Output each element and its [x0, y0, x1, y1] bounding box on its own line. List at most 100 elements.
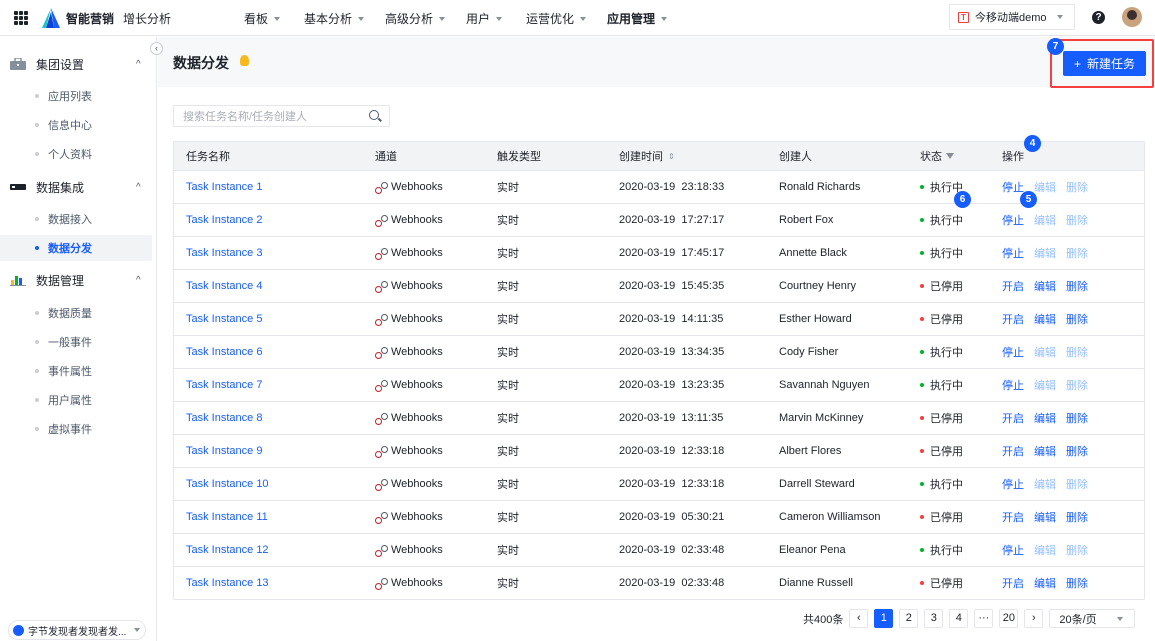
lightbulb-icon[interactable]: [240, 55, 249, 66]
stop-button[interactable]: 停止: [1002, 212, 1024, 228]
delete-button[interactable]: 删除: [1066, 344, 1088, 360]
nav-operations[interactable]: 运营优化: [526, 10, 587, 27]
nav-app-management[interactable]: 应用管理: [607, 10, 668, 27]
page-button[interactable]: 3: [924, 609, 944, 628]
chevron-up-icon[interactable]: ^: [136, 275, 141, 286]
stop-button[interactable]: 停止: [1002, 542, 1024, 558]
stop-button[interactable]: 停止: [1002, 245, 1024, 261]
sidebar-group-data-management[interactable]: 数据管理 ^: [0, 267, 157, 293]
chevron-up-icon[interactable]: ^: [136, 59, 141, 70]
start-button[interactable]: 开启: [1002, 443, 1024, 459]
nav-users[interactable]: 用户: [466, 10, 503, 27]
task-name-link[interactable]: Task Instance 12: [186, 534, 269, 566]
edit-button[interactable]: 编辑: [1034, 509, 1056, 525]
delete-button[interactable]: 删除: [1066, 542, 1088, 558]
delete-button[interactable]: 删除: [1066, 443, 1088, 459]
edit-button[interactable]: 编辑: [1034, 278, 1056, 294]
stop-button[interactable]: 停止: [1002, 377, 1024, 393]
delete-button[interactable]: 删除: [1066, 245, 1088, 261]
task-name-link[interactable]: Task Instance 6: [186, 336, 262, 368]
edit-button[interactable]: 编辑: [1034, 344, 1056, 360]
col-created-time[interactable]: 创建时间 ⇕: [619, 142, 675, 170]
delete-button[interactable]: 删除: [1066, 476, 1088, 492]
delete-button[interactable]: 删除: [1066, 410, 1088, 426]
task-name-link[interactable]: Task Instance 5: [186, 303, 262, 335]
sidebar-item-info-center[interactable]: 信息中心: [0, 112, 152, 138]
sidebar-item-user-properties[interactable]: 用户属性: [0, 387, 152, 413]
app-selector[interactable]: T 今移动端demo: [949, 4, 1075, 30]
filter-icon[interactable]: [946, 153, 954, 159]
chevron-down-icon: [134, 628, 141, 632]
delete-button[interactable]: 删除: [1066, 278, 1088, 294]
next-page-button[interactable]: ›: [1024, 609, 1044, 628]
start-button[interactable]: 开启: [1002, 410, 1024, 426]
page-button[interactable]: 1: [874, 609, 894, 628]
task-name-link[interactable]: Task Instance 11: [186, 501, 268, 533]
start-button[interactable]: 开启: [1002, 509, 1024, 525]
sidebar-item-event-properties[interactable]: 事件属性: [0, 358, 152, 384]
edit-button[interactable]: 编辑: [1034, 245, 1056, 261]
search-input[interactable]: 搜索任务名称/任务创建人: [173, 105, 390, 127]
stop-button[interactable]: 停止: [1002, 476, 1024, 492]
task-name-link[interactable]: Task Instance 3: [186, 237, 262, 269]
edit-button[interactable]: 编辑: [1034, 476, 1056, 492]
sidebar-collapse-button[interactable]: ‹: [150, 42, 163, 55]
sidebar-group-org-settings[interactable]: 集团设置 ^: [0, 51, 157, 77]
delete-button[interactable]: 删除: [1066, 575, 1088, 591]
page-button[interactable]: 4: [949, 609, 969, 628]
sidebar-item-profile[interactable]: 个人资料: [0, 141, 152, 167]
delete-button[interactable]: 删除: [1066, 212, 1088, 228]
nav-basic-analysis[interactable]: 基本分析: [304, 10, 365, 27]
task-name-link[interactable]: Task Instance 4: [186, 270, 262, 302]
delete-button[interactable]: 删除: [1066, 509, 1088, 525]
help-icon[interactable]: ?: [1092, 11, 1105, 24]
delete-button[interactable]: 删除: [1066, 311, 1088, 327]
page-button[interactable]: 2: [899, 609, 919, 628]
sidebar-item-app-list[interactable]: 应用列表: [0, 83, 152, 109]
stop-button[interactable]: 停止: [1002, 344, 1024, 360]
page-size-select[interactable]: 20条/页: [1049, 609, 1136, 628]
app-grid-icon[interactable]: [14, 11, 28, 25]
task-name-link[interactable]: Task Instance 2: [186, 204, 262, 236]
sidebar-item-data-distribution[interactable]: 数据分发: [0, 235, 152, 261]
task-name-link[interactable]: Task Instance 1: [186, 171, 262, 203]
edit-button[interactable]: 编辑: [1034, 212, 1056, 228]
search-icon[interactable]: [369, 110, 379, 120]
edit-button[interactable]: 编辑: [1034, 179, 1056, 195]
prev-page-button[interactable]: ‹: [849, 609, 869, 628]
task-name-link[interactable]: Task Instance 13: [186, 567, 269, 599]
task-name-link[interactable]: Task Instance 10: [186, 468, 269, 500]
new-task-button[interactable]: + 新建任务: [1063, 51, 1146, 76]
start-button[interactable]: 开启: [1002, 311, 1024, 327]
start-button[interactable]: 开启: [1002, 575, 1024, 591]
user-avatar[interactable]: [1122, 7, 1142, 27]
stop-button[interactable]: 停止: [1002, 179, 1024, 195]
nav-advanced-analysis[interactable]: 高级分析: [385, 10, 446, 27]
page-ellipsis[interactable]: ···: [974, 609, 994, 628]
sidebar-item-virtual-events[interactable]: 虚拟事件: [0, 416, 152, 442]
start-button[interactable]: 开启: [1002, 278, 1024, 294]
edit-button[interactable]: 编辑: [1034, 410, 1056, 426]
workspace-selector[interactable]: 字节发现者发现者发...: [8, 620, 146, 640]
delete-button[interactable]: 删除: [1066, 179, 1088, 195]
delete-button[interactable]: 删除: [1066, 377, 1088, 393]
chevron-up-icon[interactable]: ^: [136, 182, 141, 193]
sidebar-item-general-events[interactable]: 一般事件: [0, 329, 152, 355]
sidebar-item-data-access[interactable]: 数据接入: [0, 206, 152, 232]
task-name-link[interactable]: Task Instance 7: [186, 369, 262, 401]
nav-dashboard[interactable]: 看板: [244, 10, 281, 27]
sidebar-group-data-integration[interactable]: 数据集成 ^: [0, 174, 157, 200]
page-button[interactable]: 20: [999, 609, 1019, 628]
edit-button[interactable]: 编辑: [1034, 311, 1056, 327]
sidebar-item-data-quality[interactable]: 数据质量: [0, 300, 152, 326]
edit-button[interactable]: 编辑: [1034, 542, 1056, 558]
table-row: Task Instance 7 Webhooks 实时 2020-03-19 13:2…: [174, 368, 1144, 401]
edit-button[interactable]: 编辑: [1034, 443, 1056, 459]
edit-button[interactable]: 编辑: [1034, 377, 1056, 393]
sort-icon[interactable]: ⇕: [668, 152, 675, 161]
task-name-link[interactable]: Task Instance 9: [186, 435, 262, 467]
col-status[interactable]: 状态: [920, 142, 954, 170]
task-name-link[interactable]: Task Instance 8: [186, 402, 262, 434]
trigger-cell: 实时: [497, 281, 519, 293]
edit-button[interactable]: 编辑: [1034, 575, 1056, 591]
